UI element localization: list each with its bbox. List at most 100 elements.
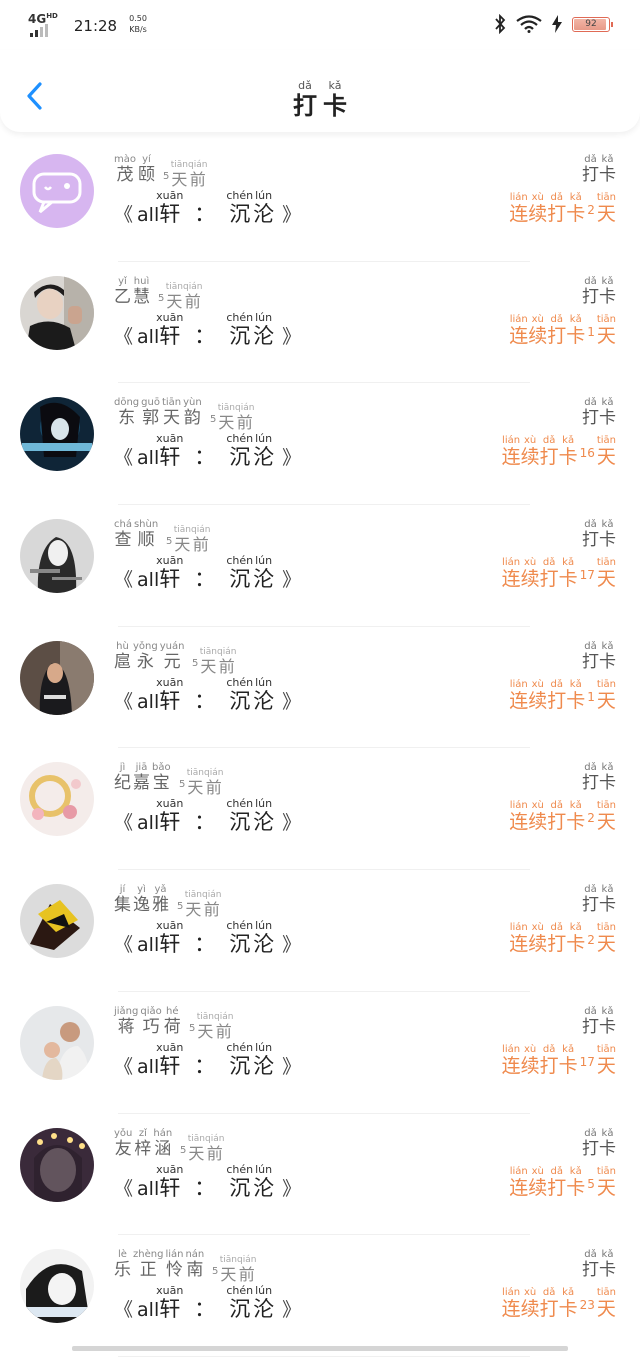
time-ago-char: 前qián [214, 1011, 234, 1041]
time-ago-char: 前qián [205, 1133, 225, 1163]
user-name[interactable]: 茂mào颐yí [114, 154, 157, 185]
name-char: 正zhèng [133, 1249, 164, 1281]
name-char: 慧huì [133, 275, 150, 307]
checkin-char: 打dǎ [582, 397, 599, 429]
streak-char: 连lián [501, 557, 521, 591]
streak-char: 连lián [509, 678, 529, 712]
list-item[interactable]: 集jí逸yì雅yǎ 5天tiān前qián 《 all轩xuān： 沉chén沦lún》… [0, 870, 640, 992]
book-title[interactable]: 《 all轩xuān： 沉chén沦lún》 [114, 432, 302, 471]
checkin-label: 打dǎ卡kǎ [582, 397, 616, 428]
user-name[interactable]: 查chá顺shùn [114, 519, 160, 550]
book-title[interactable]: 《 all轩xuān： 沉chén沦lún》 [114, 676, 302, 715]
streak-char: 天tiān [596, 313, 616, 347]
streak-count: 23 [579, 1298, 595, 1313]
streak-count: 2 [587, 811, 595, 826]
avatar[interactable] [20, 762, 94, 837]
streak-char: 卡kǎ [566, 313, 586, 347]
book-char: 沉chén [226, 1040, 254, 1078]
name-char: 永yǒng [133, 640, 158, 672]
book-title[interactable]: 《 all轩xuān： 沉chén沦lún》 [114, 310, 301, 350]
list-item[interactable]: 查chá顺shùn 5天tiān前qián 《 all轩xuān： 沉chén沦lún》… [0, 505, 640, 627]
streak-count: 1 [587, 689, 595, 704]
book-char: 沦lún [253, 797, 275, 835]
book-title[interactable]: 《 all轩xuān： 沉chén沦lún》 [114, 919, 301, 958]
name-char: 天tiān [161, 397, 182, 429]
streak-badge: 连lián续xù打dǎ卡kǎ17 天tiān [502, 557, 616, 591]
book-bracket-open: 《 [114, 447, 134, 470]
book-char: 轩xuān [156, 1284, 184, 1322]
time-ago-char: 天tiān [217, 403, 236, 433]
user-name[interactable]: 乐lè正zhèng怜lián南nán [114, 1249, 206, 1280]
book-title[interactable]: 《 all轩xuān： 沉chén沦lún》 [114, 797, 301, 836]
avatar[interactable] [20, 640, 94, 715]
avatar[interactable] [20, 519, 94, 594]
name-char: 纪jì [114, 762, 131, 794]
streak-char: 连lián [509, 800, 529, 834]
avatar[interactable] [20, 1127, 94, 1202]
avatar[interactable] [20, 275, 94, 350]
list-item[interactable]: 乙yǐ慧huì 5天tiān前qián 《 all轩xuān： 沉chén沦lún》 打d… [0, 262, 640, 384]
avatar[interactable] [20, 884, 94, 959]
book-title[interactable]: 《 all轩xuān： 沉chén沦lún》 [114, 1040, 301, 1080]
name-char: 怜lián [165, 1249, 184, 1281]
days-count: 5 [189, 1022, 196, 1034]
checkin-char: 打dǎ [582, 884, 599, 916]
checkin-char: 卡kǎ [599, 397, 616, 429]
user-name[interactable]: 纪jì嘉jiā宝bǎo [114, 762, 173, 793]
name-char: 乐lè [114, 1249, 131, 1281]
book-title[interactable]: 《 all轩xuān： 沉chén沦lún》 [114, 1163, 301, 1202]
time-ago-char: 天tiān [196, 1011, 215, 1041]
name-char: 东dōng [114, 397, 140, 429]
name-char: 涵hán [153, 1127, 173, 1159]
user-name[interactable]: 乙yǐ慧huì [114, 276, 152, 307]
book-bracket-open: 《 [114, 1177, 134, 1200]
avatar[interactable] [20, 154, 94, 228]
list-item[interactable]: 扈hù永yǒng元yuán 5天tiān前qián 《 all轩xuān： 沉chén沦… [0, 627, 640, 749]
user-name[interactable]: 集jí逸yì雅yǎ [114, 884, 171, 915]
avatar[interactable] [20, 1249, 94, 1324]
time-ago: 5天tiān前qián [180, 1134, 224, 1164]
book-char: 沉chén [226, 310, 254, 348]
list-item[interactable]: 纪jì嘉jiā宝bǎo 5天tiān前qián 《 all轩xuān： 沉chén沦lú… [0, 748, 640, 871]
list-item[interactable]: 友yǒu梓zǐ涵hán 5天tiān前qián 《 all轩xuān： 沉chén沦lú… [0, 1114, 640, 1236]
streak-char: 天tiān [596, 800, 616, 834]
book-char: 轩xuān [156, 1040, 184, 1078]
streak-count: 5 [587, 1176, 595, 1191]
time-ago-char: 前qián [191, 525, 211, 555]
checkin-list: 茂mào颐yí 5天tiān前qián 《 all轩xuān： 沉chén沦lún》 打d… [0, 140, 640, 1357]
list-item[interactable]: 乐lè正zhèng怜lián南nán 5天tiān前qián 《 all轩xuān：沉… [0, 1235, 640, 1357]
book-bracket-close: 》 [282, 690, 302, 713]
days-count: 5 [163, 171, 170, 182]
streak-char: 续xù [528, 1165, 548, 1199]
streak-badge: 连lián续xù打dǎ卡kǎ1 天tiān [509, 314, 616, 348]
checkin-char: 卡kǎ [599, 275, 616, 307]
streak-char: 天tiān [596, 192, 616, 225]
book-title[interactable]: 《 all轩xuān： 沉chén沦lún》 [114, 1284, 301, 1323]
book-title[interactable]: 《 all轩xuān： 沉chén沦lún》 [114, 554, 301, 593]
user-name[interactable]: 蒋jiǎng巧qiǎo荷hé [114, 1006, 183, 1037]
name-char: 集jí [114, 884, 131, 916]
list-item[interactable]: 蒋jiǎng巧qiǎo荷hé 5天tiān前qián 《 all轩xuān： 沉chén… [0, 992, 640, 1114]
horizontal-scrollbar[interactable] [72, 1346, 568, 1351]
streak-char: 连lián [509, 192, 529, 225]
book-bracket-close: 》 [282, 447, 302, 470]
name-char: 颐yí [138, 154, 155, 185]
list-item[interactable]: 东dōng郭guō天tiān韵yùn 5天tiān前qián 《 all轩xuān：沉… [0, 383, 640, 506]
streak-char: 连lián [509, 1165, 529, 1199]
book-title[interactable]: 《 all轩xuān： 沉chén沦lún》 [114, 189, 301, 228]
streak-char: 打dǎ [539, 557, 559, 591]
checkin-char: 打dǎ [582, 1249, 599, 1281]
list-item[interactable]: 茂mào颐yí 5天tiān前qián 《 all轩xuān： 沉chén沦lún》 打d… [0, 140, 640, 262]
avatar[interactable] [20, 1005, 94, 1080]
user-name[interactable]: 东dōng郭guō天tiān韵yùn [114, 397, 204, 428]
user-name[interactable]: 友yǒu梓zǐ涵hán [114, 1128, 174, 1159]
user-name[interactable]: 扈hù永yǒng元yuán [114, 641, 186, 672]
book-char: 轩xuān [156, 310, 184, 348]
avatar[interactable] [20, 397, 94, 472]
name-char: 梓zǐ [134, 1127, 152, 1159]
book-char: 轩xuān [156, 797, 184, 835]
wifi-icon [516, 15, 542, 33]
book-char: 沦lún [253, 189, 275, 226]
battery-icon: 92 [572, 16, 613, 32]
time-ago-char: 天tiān [219, 1255, 238, 1285]
